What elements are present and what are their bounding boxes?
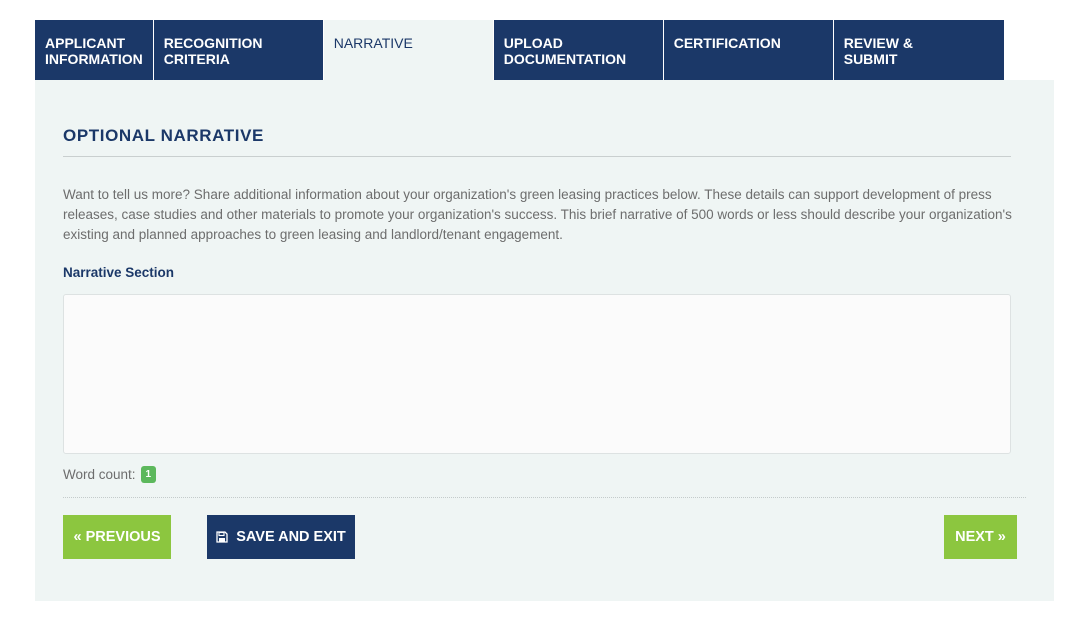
narrative-field-label: Narrative Section xyxy=(63,265,175,280)
tab-upload-documentation[interactable]: UPLOAD DOCUMENTATION xyxy=(493,20,664,80)
previous-button[interactable]: « PREVIOUS xyxy=(63,515,171,559)
word-count-label: Word count: xyxy=(63,467,136,482)
tab-narrative[interactable]: NARRATIVE xyxy=(323,20,494,80)
step-tabs: APPLICANT INFORMATION RECOGNITION CRITER… xyxy=(35,20,1054,80)
tab-applicant-information[interactable]: APPLICANT INFORMATION xyxy=(35,20,154,80)
save-and-exit-button[interactable]: SAVE AND EXIT xyxy=(207,515,355,559)
actions-divider xyxy=(63,497,1026,498)
intro-text: Want to tell us more? Share additional i… xyxy=(63,187,1012,242)
next-button[interactable]: NEXT » xyxy=(944,515,1017,559)
tab-certification[interactable]: CERTIFICATION xyxy=(663,20,834,80)
tab-label: CERTIFICATION xyxy=(673,35,781,51)
save-and-exit-label: SAVE AND EXIT xyxy=(236,529,346,545)
tab-label: APPLICANT INFORMATION xyxy=(45,35,143,67)
floppy-disk-icon xyxy=(216,531,228,543)
tab-label: UPLOAD DOCUMENTATION xyxy=(503,35,627,67)
tab-label: RECOGNITION CRITERIA xyxy=(163,35,263,67)
narrative-textarea[interactable] xyxy=(63,294,1011,454)
word-count-badge: 1 xyxy=(140,466,157,483)
tab-recognition-criteria[interactable]: RECOGNITION CRITERIA xyxy=(153,20,324,80)
tab-review-submit[interactable]: REVIEW & SUBMIT xyxy=(833,20,1004,80)
tab-label: NARRATIVE xyxy=(333,35,413,51)
title-divider xyxy=(63,156,1011,157)
section-title: OPTIONAL NARRATIVE xyxy=(63,126,264,145)
narrative-panel: OPTIONAL NARRATIVE Want to tell us more?… xyxy=(35,80,1054,601)
word-count: Word count: 1 xyxy=(63,466,157,483)
tab-label: REVIEW & SUBMIT xyxy=(843,35,913,67)
